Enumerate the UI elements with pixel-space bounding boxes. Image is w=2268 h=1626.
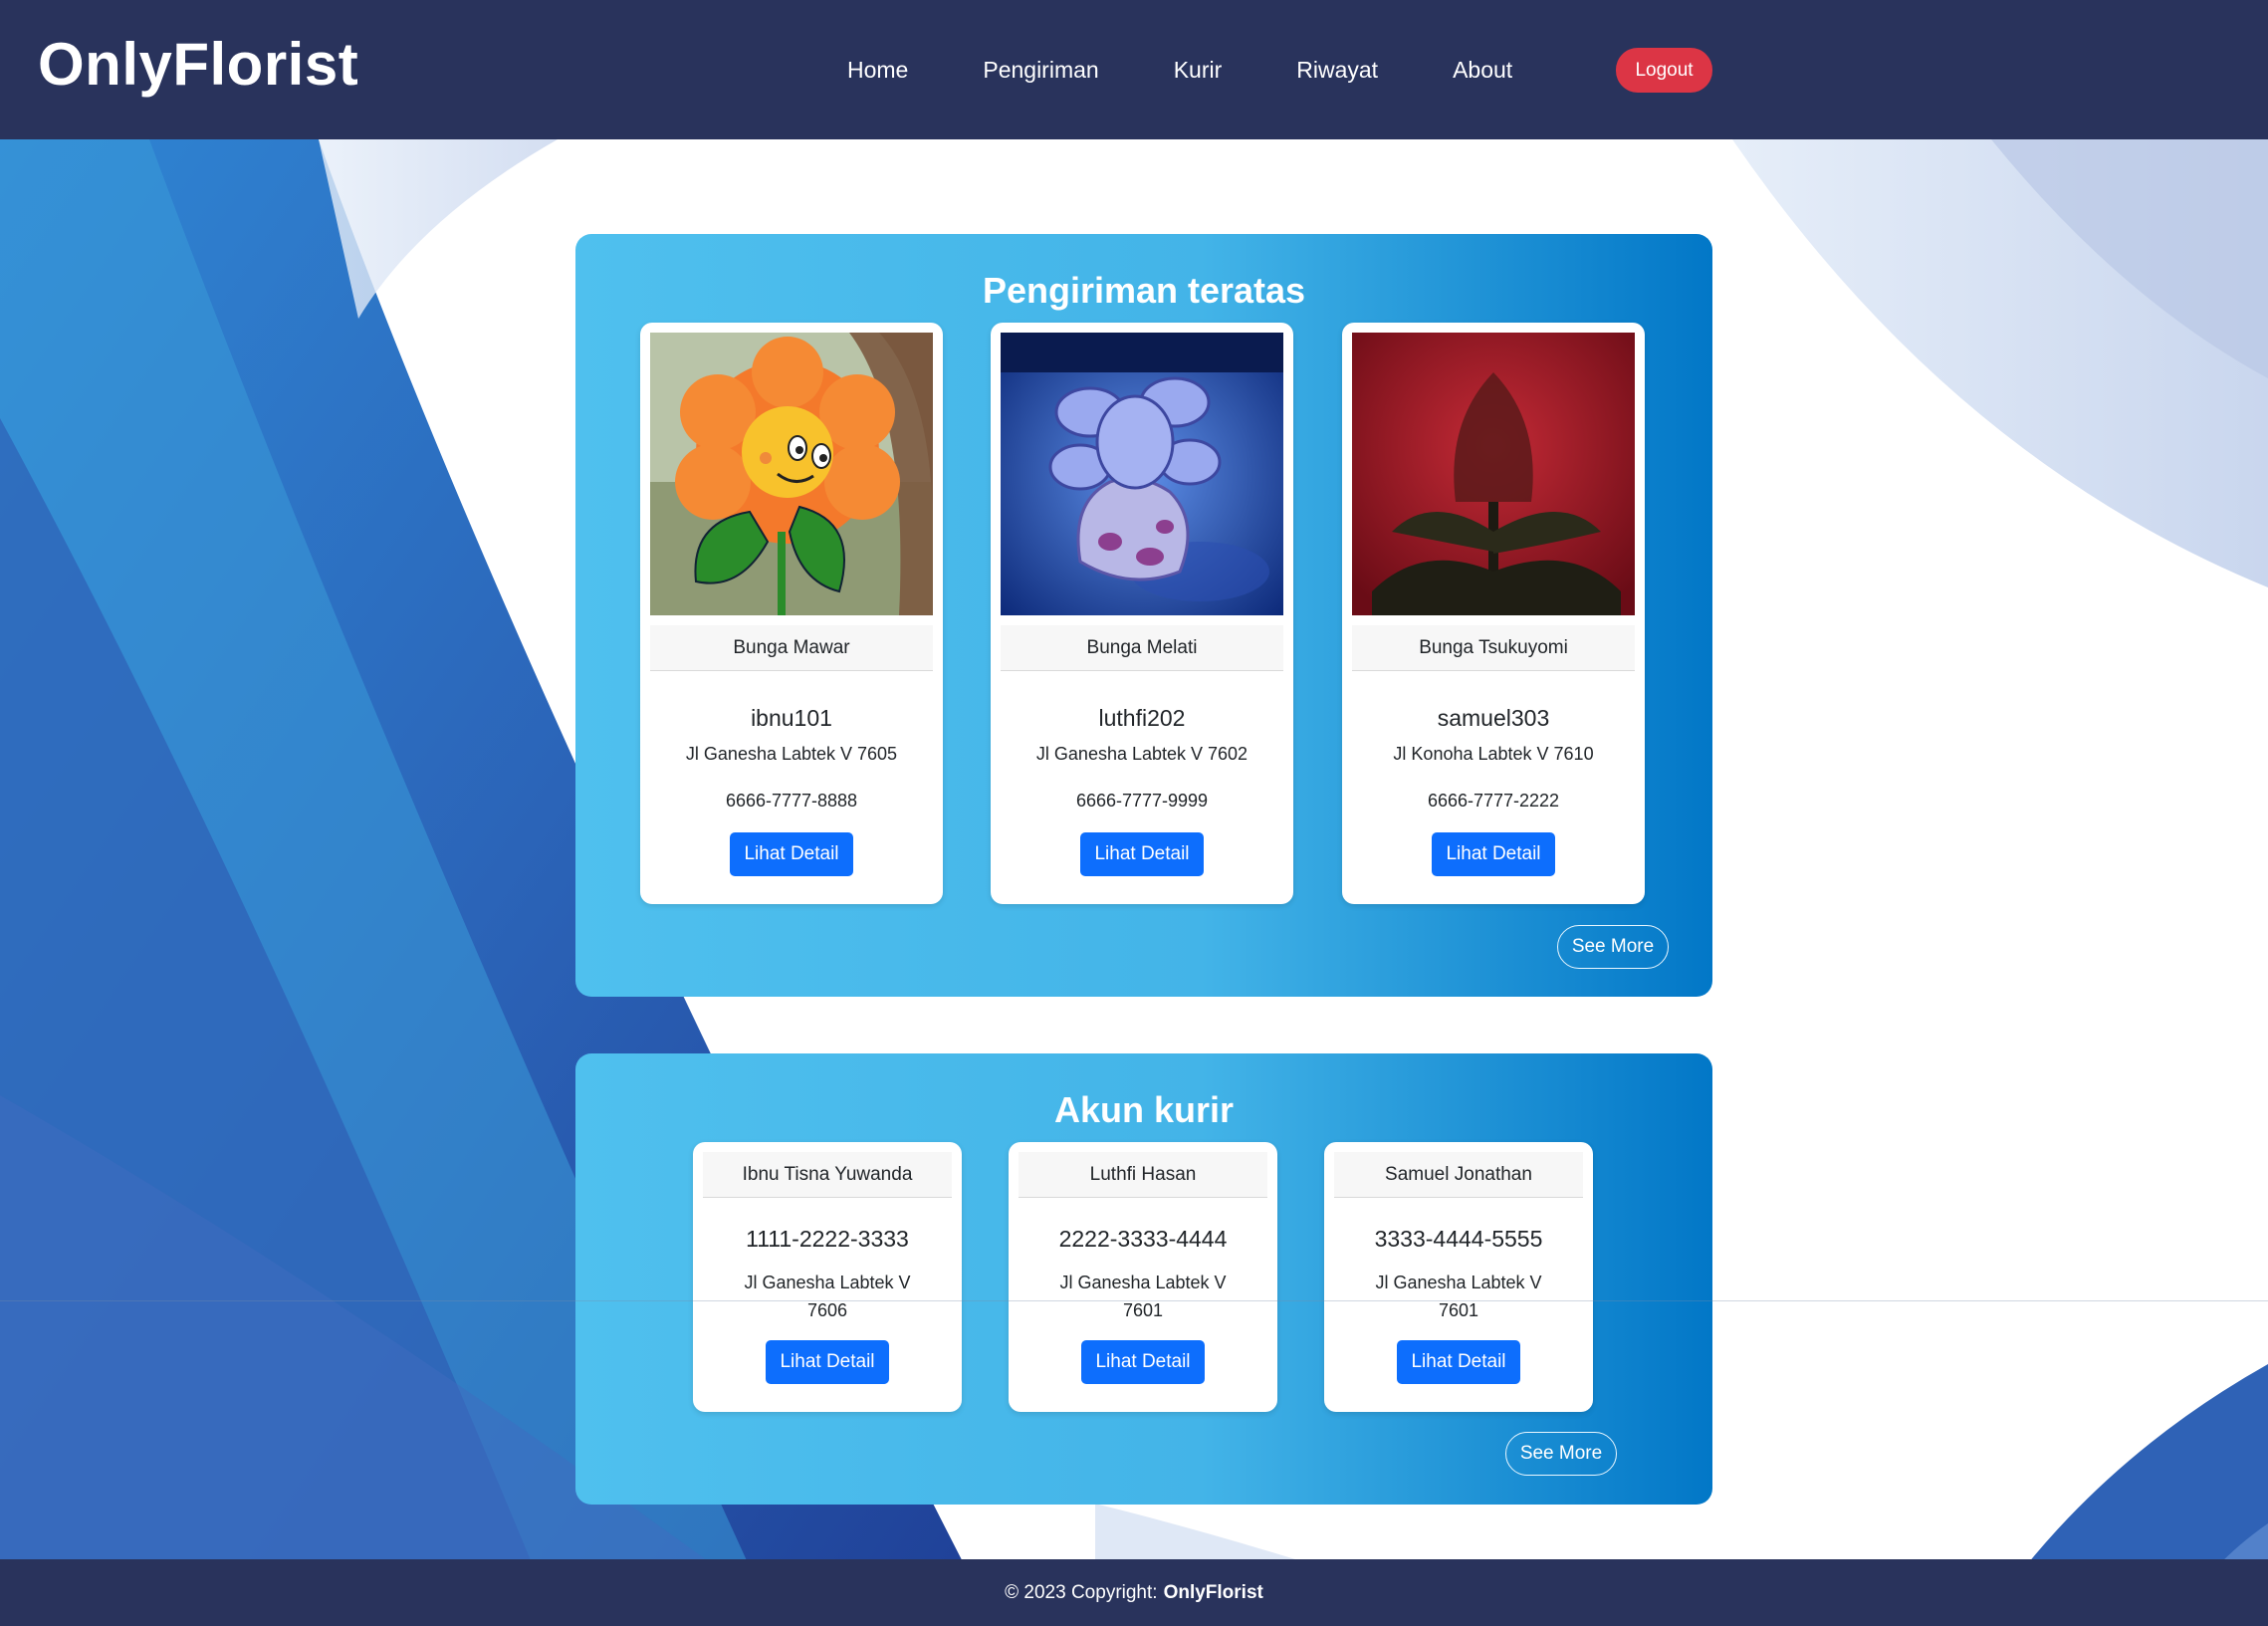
flower-name: Bunga Mawar: [650, 625, 933, 671]
pengiriman-card-1: Bunga Mawar ibnu101 Jl Ganesha Labtek V …: [640, 323, 943, 904]
flower-image: [1001, 333, 1283, 615]
footer-brand: OnlyFlorist: [1163, 1581, 1263, 1603]
flower-name: Bunga Tsukuyomi: [1352, 625, 1635, 671]
footer: © 2023 Copyright: OnlyFlorist: [0, 1559, 2268, 1626]
kurir-address: Jl Ganesha Labtek V 7601: [1375, 1273, 1542, 1320]
recipient-username: ibnu101: [751, 705, 832, 731]
recipient-phone: 6666-7777-9999: [1075, 791, 1209, 811]
nav-kurir[interactable]: Kurir: [1174, 57, 1223, 84]
kurir-phone: 2222-3333-4444: [1058, 1226, 1228, 1252]
brand-logo[interactable]: OnlyFlorist: [38, 30, 358, 99]
pengiriman-section: Pengiriman teratas Bunga Mawar ibnu101 J…: [575, 234, 1712, 997]
recipient-phone: 6666-7777-2222: [1427, 791, 1560, 811]
see-more-button[interactable]: See More: [1557, 925, 1669, 969]
recipient-username: samuel303: [1437, 705, 1550, 731]
kurir-name: Samuel Jonathan: [1334, 1152, 1583, 1198]
recipient-username: luthfi202: [1098, 705, 1186, 731]
kurir-card-2: Luthfi Hasan 2222-3333-4444 Jl Ganesha L…: [1009, 1142, 1277, 1412]
nav-pengiriman[interactable]: Pengiriman: [983, 57, 1098, 84]
nav-riwayat[interactable]: Riwayat: [1296, 57, 1378, 84]
pengiriman-card-3: Bunga Tsukuyomi samuel303 Jl Konoha Labt…: [1342, 323, 1645, 904]
pengiriman-card-2: Bunga Melati luthfi202 Jl Ganesha Labtek…: [991, 323, 1293, 904]
kurir-card-1: Ibnu Tisna Yuwanda 1111-2222-3333 Jl Gan…: [693, 1142, 962, 1412]
logout-button[interactable]: Logout: [1616, 48, 1712, 93]
lihat-detail-button[interactable]: Lihat Detail: [1080, 832, 1204, 876]
lihat-detail-button[interactable]: Lihat Detail: [1081, 1340, 1205, 1384]
lihat-detail-button[interactable]: Lihat Detail: [1432, 832, 1555, 876]
lihat-detail-button[interactable]: Lihat Detail: [730, 832, 853, 876]
recipient-address: Jl Konoha Labtek V 7610: [1393, 744, 1594, 764]
kurir-phone: 1111-2222-3333: [746, 1226, 909, 1252]
kurir-section: Akun kurir Ibnu Tisna Yuwanda 1111-2222-…: [575, 1053, 1712, 1505]
divider-line: [0, 1300, 2268, 1301]
recipient-address: Jl Ganesha Labtek V 7605: [685, 744, 898, 764]
see-more-button[interactable]: See More: [1505, 1432, 1617, 1476]
lihat-detail-button[interactable]: Lihat Detail: [1397, 1340, 1520, 1384]
flower-image: [1352, 333, 1635, 615]
pengiriman-title: Pengiriman teratas: [982, 270, 1306, 311]
kurir-title: Akun kurir: [1053, 1089, 1235, 1130]
kurir-address: Jl Ganesha Labtek V 7606: [744, 1273, 911, 1320]
kurir-name: Ibnu Tisna Yuwanda: [703, 1152, 952, 1198]
flower-name: Bunga Melati: [1001, 625, 1283, 671]
kurir-phone: 3333-4444-5555: [1374, 1226, 1543, 1252]
kurir-address: Jl Ganesha Labtek V 7601: [1059, 1273, 1227, 1320]
kurir-name: Luthfi Hasan: [1019, 1152, 1267, 1198]
nav-links: Home Pengiriman Kurir Riwayat About: [847, 0, 1587, 139]
kurir-card-3: Samuel Jonathan 3333-4444-5555 Jl Ganesh…: [1324, 1142, 1593, 1412]
recipient-address: Jl Ganesha Labtek V 7602: [1035, 744, 1248, 764]
recipient-phone: 6666-7777-8888: [725, 791, 858, 811]
navbar: OnlyFlorist Home Pengiriman Kurir Riwaya…: [0, 0, 2268, 139]
nav-home[interactable]: Home: [847, 57, 908, 84]
footer-copyright: © 2023 Copyright:: [1005, 1581, 1158, 1603]
flower-image: [650, 333, 933, 615]
nav-about[interactable]: About: [1453, 57, 1512, 84]
lihat-detail-button[interactable]: Lihat Detail: [766, 1340, 889, 1384]
